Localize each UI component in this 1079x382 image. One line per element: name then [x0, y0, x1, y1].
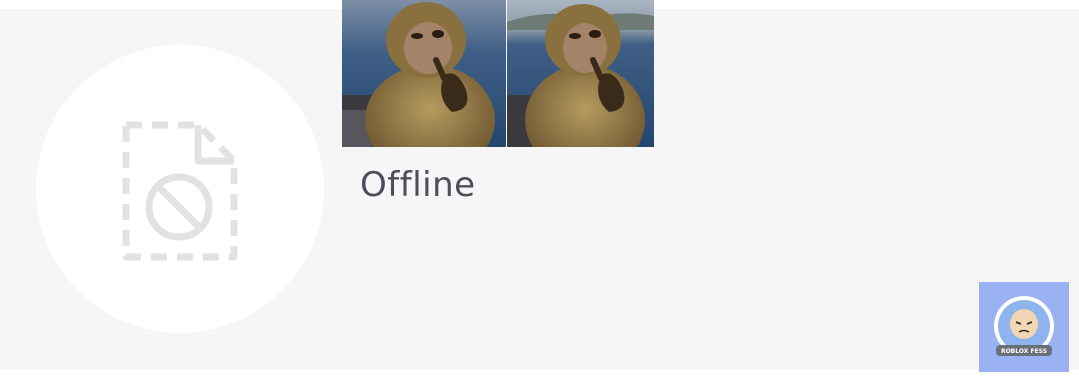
roblox-fess-badge[interactable]: ROBLOX FESS: [979, 282, 1069, 372]
badge-label: ROBLOX FESS: [1001, 348, 1047, 355]
monkey-photo-1: [342, 0, 506, 147]
presence-status: Offline: [360, 165, 476, 205]
avatar-placeholder: [36, 45, 324, 333]
blocked-file-icon: [122, 121, 238, 261]
roblox-fess-mascot-icon: ROBLOX FESS: [994, 296, 1054, 356]
monkey-photo-2: [507, 0, 654, 147]
